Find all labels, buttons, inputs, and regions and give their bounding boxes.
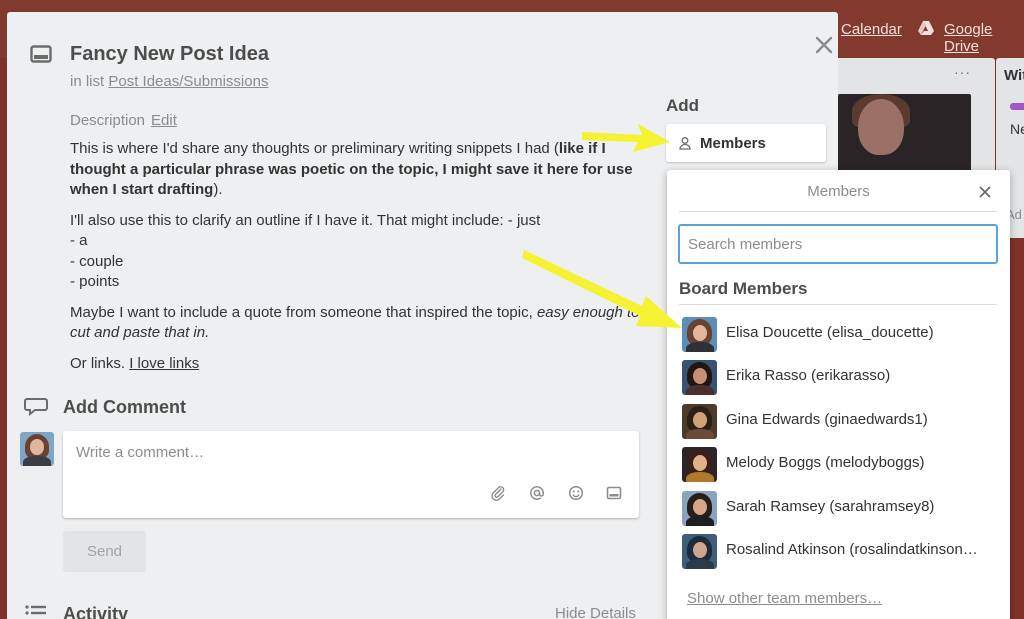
member-name: Rosalind Atkinson (rosalindatkinson… — [726, 541, 978, 558]
member-item[interactable]: Erika Rasso (erikarasso) — [679, 358, 997, 396]
list-icon — [25, 605, 46, 615]
member-name: Erika Rasso (erikarasso) — [726, 367, 891, 384]
description-paragraph: Maybe I want to include a quote from som… — [70, 303, 640, 342]
activity-heading: Activity — [63, 604, 129, 619]
at-icon[interactable] — [529, 485, 545, 501]
popover-title: Members — [807, 183, 870, 200]
member-name: Sarah Ramsey (sarahramsey8) — [726, 498, 935, 515]
member-name: Elisa Doucette (elisa_doucette) — [726, 324, 934, 341]
description-paragraph: I'll also use this to clarify an outline… — [70, 211, 541, 291]
member-item[interactable]: Sarah Ramsey (sarahramsey8) — [679, 489, 997, 527]
person-icon — [679, 137, 691, 150]
add-comment-heading: Add Comment — [63, 397, 186, 417]
list-title: Wit — [1004, 67, 1024, 84]
card-title[interactable]: Fancy New Post Idea — [70, 43, 269, 66]
paperclip-icon[interactable] — [490, 485, 506, 501]
edit-description-link[interactable]: Edit — [151, 112, 177, 129]
description-paragraph: Or links. I love links — [70, 354, 200, 372]
add-heading: Add — [666, 96, 700, 115]
member-avatar — [682, 360, 717, 395]
comment-icon — [24, 398, 48, 416]
comment-placeholder: Write a comment… — [76, 444, 205, 461]
show-other-members-link[interactable]: Show other team members… — [687, 590, 882, 607]
google-drive-icon — [918, 21, 934, 35]
current-user-avatar[interactable] — [20, 432, 54, 466]
divider — [679, 304, 997, 305]
comment-input[interactable]: Write a comment… — [63, 431, 639, 518]
card-list-info: in list Post Ideas/Submissions — [70, 73, 268, 90]
search-members-input[interactable] — [678, 224, 998, 264]
member-name: Melody Boggs (melodyboggs) — [726, 454, 925, 471]
member-name: Gina Edwards (ginaedwards1) — [726, 411, 928, 428]
divider — [679, 211, 997, 212]
member-item[interactable]: Melody Boggs (melodyboggs) — [679, 445, 997, 483]
list-name-link[interactable]: Post Ideas/Submissions — [108, 73, 268, 90]
card-attach-icon[interactable] — [606, 485, 622, 501]
hide-details-link[interactable]: Hide Details — [555, 605, 636, 619]
card-icon — [30, 45, 52, 63]
google-drive-powerup-link[interactable]: Google Drive — [944, 21, 1024, 55]
description-header: Description Edit — [70, 112, 177, 129]
member-avatar — [682, 317, 717, 352]
close-icon[interactable] — [977, 184, 993, 200]
member-item[interactable]: Elisa Doucette (elisa_doucette) — [679, 315, 997, 353]
member-avatar — [682, 491, 717, 526]
send-comment-button[interactable]: Send — [63, 531, 146, 572]
close-icon[interactable] — [813, 34, 835, 56]
member-item[interactable]: Gina Edwards (ginaedwards1) — [679, 402, 997, 440]
description-body: This is where I'd share any thoughts or … — [70, 139, 650, 384]
description-paragraph: This is where I'd share any thoughts or … — [70, 140, 633, 198]
emoji-icon[interactable] — [568, 485, 584, 501]
members-popover: Members Board Members Elisa Doucette (el… — [667, 170, 1010, 619]
description-link[interactable]: I love links — [129, 355, 199, 372]
members-button-label: Members — [700, 134, 766, 152]
list-menu-icon[interactable]: ··· — [954, 64, 971, 80]
member-avatar — [682, 447, 717, 482]
member-avatar — [682, 404, 717, 439]
card-title[interactable]: Ne — [1010, 121, 1024, 137]
in-list-prefix: in list — [70, 73, 105, 90]
members-button[interactable]: Members — [666, 124, 826, 162]
description-label: Description — [70, 112, 146, 129]
card-cover-image — [838, 94, 971, 174]
card-label — [1010, 103, 1024, 110]
calendar-powerup-link[interactable]: Calendar — [841, 21, 902, 38]
member-item[interactable]: Rosalind Atkinson (rosalindatkinson… — [679, 532, 997, 570]
member-avatar — [682, 534, 717, 569]
board-members-heading: Board Members — [679, 279, 808, 298]
